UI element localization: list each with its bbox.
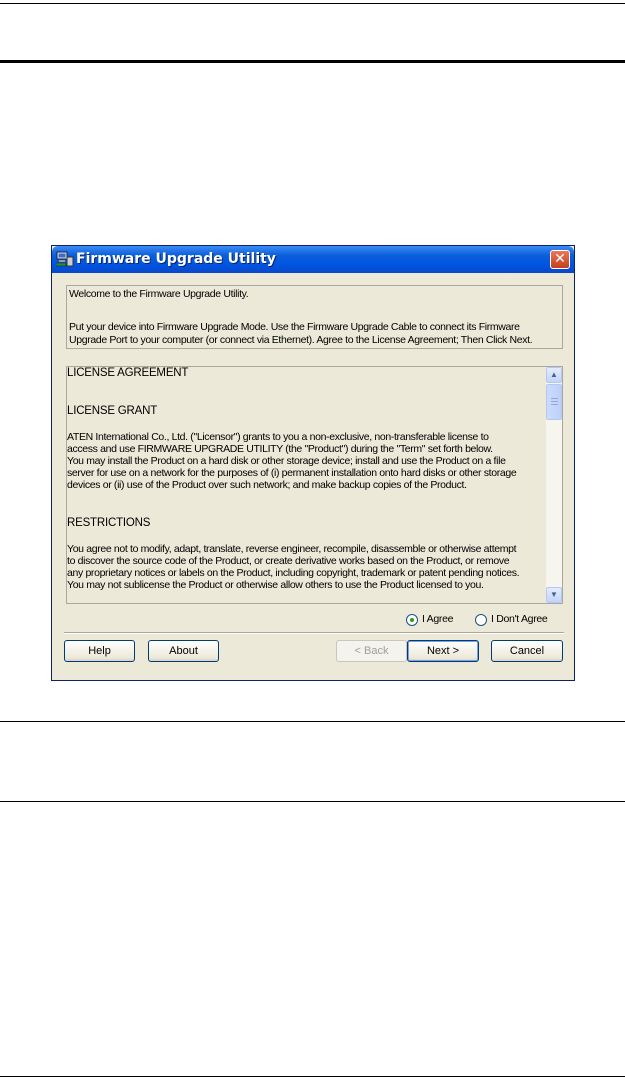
welcome-line-2: Put your device into Firmware Upgrade Mo… [69, 321, 520, 333]
license-grant-line: ATEN International Co., Ltd. ("Licensor"… [67, 431, 489, 443]
scrollbar-thumb[interactable] [546, 384, 562, 420]
cancel-button[interactable]: Cancel [491, 640, 563, 662]
window-title: Firmware Upgrade Utility [76, 251, 276, 267]
help-button[interactable]: Help [64, 640, 135, 662]
radio-button-icon[interactable] [475, 614, 487, 626]
license-grant-line: server for use on a network for the purp… [67, 467, 517, 479]
restriction-line: You may not sublicense the Product or ot… [67, 579, 484, 591]
restriction-line: to discover the source code of the Produ… [67, 555, 510, 567]
radio-selected-dot [410, 618, 414, 622]
next-button[interactable]: Next > [407, 640, 479, 662]
license-grant-heading: LICENSE GRANT [67, 405, 158, 417]
firmware-upgrade-dialog: Firmware Upgrade Utility ✕ Welcome to th… [51, 245, 575, 681]
license-grant-line: access and use FIRMWARE UPGRADE UTILITY … [67, 443, 493, 455]
page-rule [0, 721, 625, 722]
grip-line [551, 398, 558, 399]
title-bar[interactable]: Firmware Upgrade Utility ✕ [52, 246, 574, 273]
license-grant-line: devices or (ii) use of the Product over … [67, 479, 467, 491]
button-separator [64, 632, 564, 634]
arrow-up-icon[interactable]: ▲ [546, 367, 562, 383]
close-icon: ✕ [554, 251, 566, 267]
welcome-message-box: Welcome to the Firmware Upgrade Utility.… [66, 285, 563, 349]
grip-line [551, 404, 558, 405]
welcome-line-3: Upgrade Port to your computer (or connec… [69, 334, 533, 346]
license-scrollbar[interactable]: ▲ ▼ [546, 367, 562, 603]
about-button[interactable]: About [148, 640, 219, 662]
grip-line [551, 401, 558, 402]
page-header-thick-rule [0, 60, 625, 63]
page-rule [0, 801, 625, 802]
back-button[interactable]: < Back [336, 640, 407, 662]
restriction-line: You agree not to modify, adapt, translat… [67, 543, 517, 555]
computer-network-icon [56, 251, 74, 267]
arrow-down-icon[interactable]: ▼ [546, 587, 562, 603]
restriction-line: any proprietary notices or labels on the… [67, 567, 520, 579]
license-heading: LICENSE AGREEMENT [67, 367, 189, 379]
license-agreement-textbox[interactable]: LICENSE AGREEMENT LICENSE GRANT ATEN Int… [66, 366, 563, 604]
disagree-label: I Don't Agree [491, 613, 548, 625]
restrictions-heading: RESTRICTIONS [67, 517, 151, 529]
agree-label: I Agree [422, 613, 454, 625]
license-grant-line: You may install the Product on a hard di… [67, 455, 506, 467]
welcome-line-1: Welcome to the Firmware Upgrade Utility. [69, 288, 249, 300]
page-header-rule [0, 3, 625, 4]
close-button[interactable]: ✕ [550, 250, 570, 269]
radio-button-icon[interactable] [406, 614, 418, 626]
page-footer-rule [0, 1076, 625, 1077]
